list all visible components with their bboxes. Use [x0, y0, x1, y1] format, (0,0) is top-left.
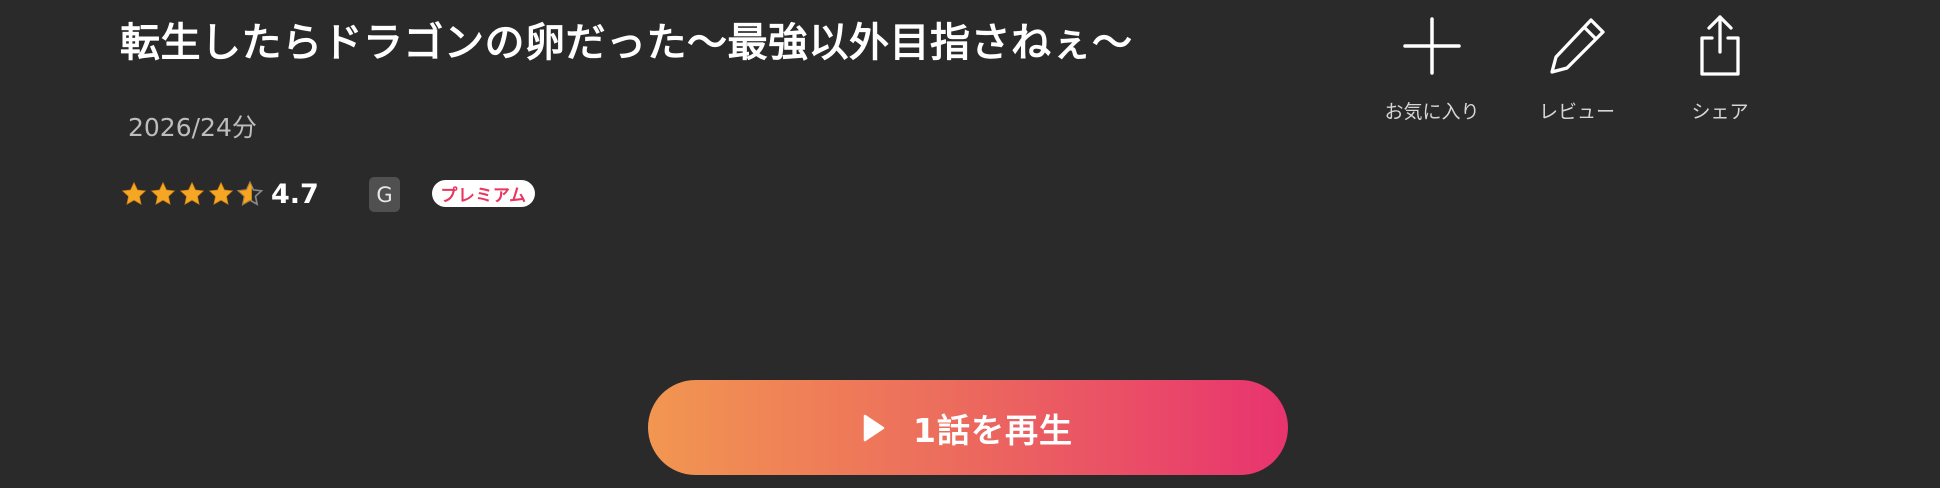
play-button-label: 1話を再生	[913, 410, 1073, 450]
pencil-icon	[1546, 8, 1608, 84]
release-info: 2026/24分	[128, 113, 257, 142]
star-icon	[207, 180, 235, 208]
rating: 4.7	[120, 174, 319, 214]
premium-badge: プレミアム	[432, 180, 535, 207]
rating-value: 4.7	[271, 178, 319, 210]
share-button[interactable]: シェア	[1660, 8, 1780, 124]
review-button[interactable]: レビュー	[1517, 8, 1637, 124]
half-star-icon	[236, 180, 264, 208]
favorite-label: お気に入り	[1384, 101, 1480, 123]
star-rating	[120, 180, 264, 208]
star-icon	[178, 180, 206, 208]
star-icon	[149, 180, 177, 208]
share-label: シェア	[1691, 101, 1749, 123]
star-icon	[120, 180, 148, 208]
favorite-button[interactable]: お気に入り	[1372, 8, 1492, 124]
share-icon	[1695, 8, 1745, 84]
plus-icon	[1402, 8, 1462, 84]
play-button[interactable]: 1話を再生	[648, 380, 1288, 475]
page-title: 転生したらドラゴンの卵だった〜最強以外目指さねぇ〜	[120, 20, 1133, 66]
play-icon	[863, 414, 885, 442]
age-rating-badge: G	[369, 177, 400, 212]
review-label: レビュー	[1538, 101, 1615, 123]
